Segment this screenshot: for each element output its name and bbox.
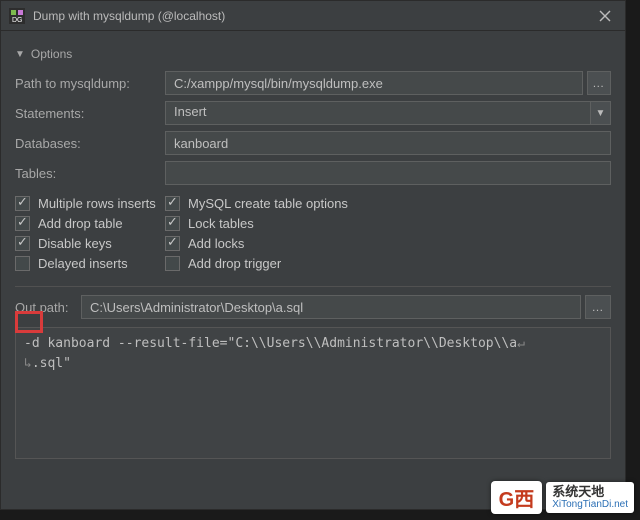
databases-label: Databases: — [15, 136, 165, 151]
line-wrap-icon: ↵ — [517, 336, 525, 351]
tables-label: Tables: — [15, 166, 165, 181]
line-continuation-icon: ↳ — [24, 356, 32, 371]
chevron-down-icon[interactable]: ▼ — [591, 101, 611, 125]
lock-tables-checkbox[interactable]: Lock tables — [165, 216, 611, 231]
options-label: Options — [31, 47, 72, 61]
command-preview-textarea[interactable]: -d kanboard --result-file="C:\\Users\\Ad… — [15, 327, 611, 459]
options-collapsible-header[interactable]: ▼ Options — [15, 47, 611, 61]
delayed-inserts-checkbox[interactable]: Delayed inserts — [15, 256, 165, 271]
watermark-text: 系统天地 XiTongTianDi.net — [546, 482, 634, 513]
add-drop-table-checkbox[interactable]: Add drop table — [15, 216, 165, 231]
watermark: G西 系统天地 XiTongTianDi.net — [491, 481, 634, 514]
outpath-input[interactable] — [81, 295, 581, 319]
dialog-content: ▼ Options Path to mysqldump: … Statement… — [1, 31, 625, 469]
close-button[interactable] — [585, 1, 625, 31]
svg-text:DG: DG — [12, 17, 23, 24]
divider — [15, 286, 611, 287]
add-locks-checkbox[interactable]: Add locks — [165, 236, 611, 251]
chevron-down-icon: ▼ — [15, 49, 25, 60]
databases-input[interactable] — [165, 131, 611, 155]
mysql-create-table-checkbox[interactable]: MySQL create table options — [165, 196, 611, 211]
browse-outpath-button[interactable]: … — [585, 295, 611, 319]
path-label: Path to mysqldump: — [15, 76, 165, 91]
add-drop-trigger-checkbox[interactable]: Add drop trigger — [165, 256, 611, 271]
tables-input[interactable] — [165, 161, 611, 185]
window-title: Dump with mysqldump (@localhost) — [33, 9, 585, 23]
outpath-label: Out path: — [15, 300, 81, 315]
titlebar: DG Dump with mysqldump (@localhost) — [1, 1, 625, 31]
statements-select[interactable]: Insert — [165, 101, 591, 125]
browse-path-button[interactable]: … — [587, 71, 611, 95]
watermark-badge: G西 — [491, 481, 543, 514]
app-icon: DG — [9, 8, 25, 24]
multiple-rows-checkbox[interactable]: Multiple rows inserts — [15, 196, 165, 211]
disable-keys-checkbox[interactable]: Disable keys — [15, 236, 165, 251]
statements-label: Statements: — [15, 106, 165, 121]
mysqldump-path-input[interactable] — [165, 71, 583, 95]
dialog-window: DG Dump with mysqldump (@localhost) ▼ Op… — [0, 0, 626, 510]
